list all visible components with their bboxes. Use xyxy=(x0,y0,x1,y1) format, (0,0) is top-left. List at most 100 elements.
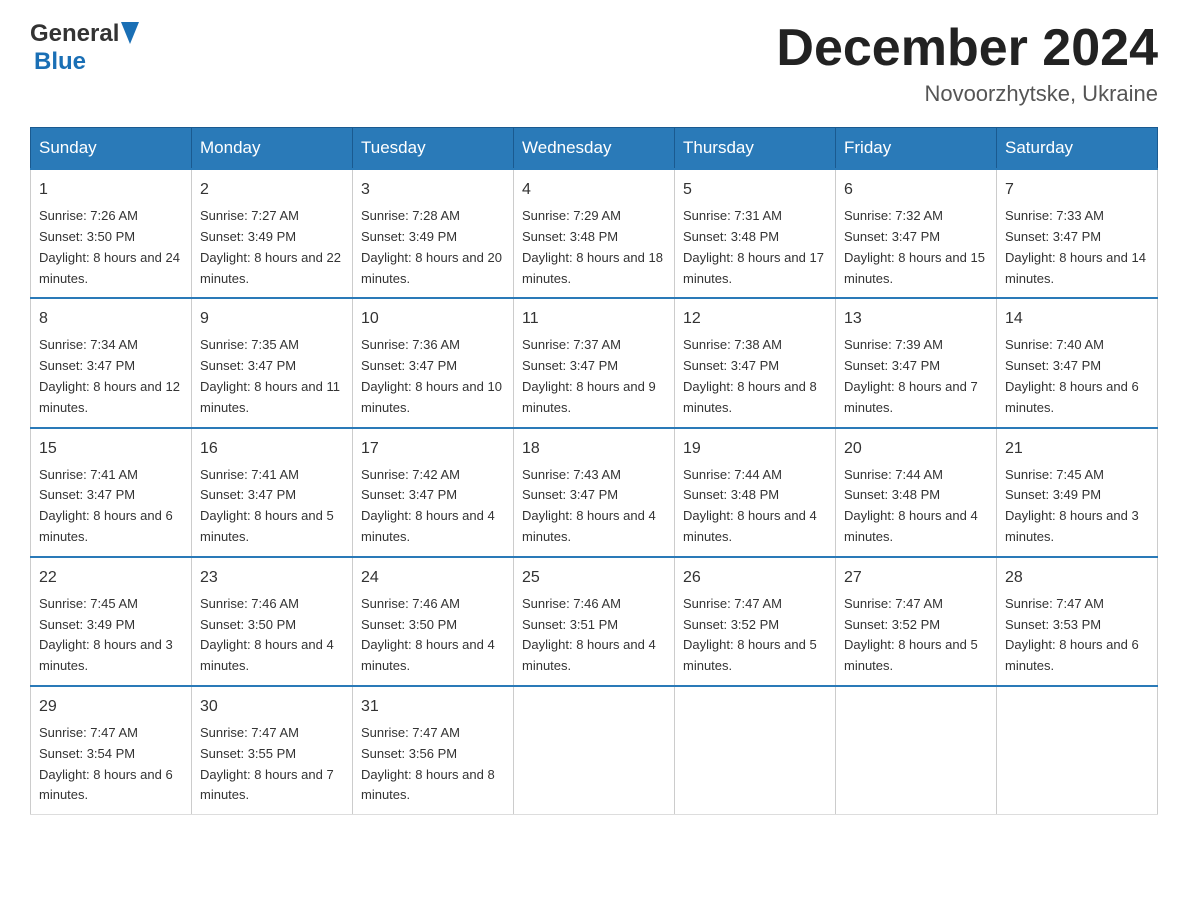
day-number: 18 xyxy=(522,437,666,461)
day-number: 30 xyxy=(200,695,344,719)
day-number: 6 xyxy=(844,178,988,202)
calendar-cell: 31 Sunrise: 7:47 AMSunset: 3:56 PMDayligh… xyxy=(353,686,514,815)
day-number: 29 xyxy=(39,695,183,719)
day-info: Sunrise: 7:47 AMSunset: 3:54 PMDaylight:… xyxy=(39,723,183,806)
day-info: Sunrise: 7:41 AMSunset: 3:47 PMDaylight:… xyxy=(39,465,183,548)
calendar-cell: 13Sunrise: 7:39 AMSunset: 3:47 PMDayligh… xyxy=(836,298,997,427)
calendar-cell: 7 Sunrise: 7:33 AMSunset: 3:47 PMDaylight… xyxy=(997,169,1158,298)
day-number: 17 xyxy=(361,437,505,461)
day-number: 31 xyxy=(361,695,505,719)
calendar-cell: 14 Sunrise: 7:40 AMSunset: 3:47 PMDayligh… xyxy=(997,298,1158,427)
day-number: 14 xyxy=(1005,307,1149,331)
day-info: Sunrise: 7:43 AMSunset: 3:47 PMDaylight:… xyxy=(522,465,666,548)
weekday-header-thursday: Thursday xyxy=(675,128,836,170)
logo-triangle-icon xyxy=(121,22,139,44)
day-number: 20 xyxy=(844,437,988,461)
calendar-cell xyxy=(836,686,997,815)
day-info: Sunrise: 7:36 AMSunset: 3:47 PMDaylight:… xyxy=(361,335,505,418)
month-title: December 2024 xyxy=(776,20,1158,77)
calendar-cell: 20 Sunrise: 7:44 AMSunset: 3:48 PMDayligh… xyxy=(836,428,997,557)
logo-blue-text: Blue xyxy=(34,48,86,75)
day-number: 11 xyxy=(522,307,666,331)
calendar-cell: 3Sunrise: 7:28 AMSunset: 3:49 PMDaylight… xyxy=(353,169,514,298)
day-info: Sunrise: 7:29 AMSunset: 3:48 PMDaylight:… xyxy=(522,206,666,289)
day-number: 7 xyxy=(1005,178,1149,202)
day-number: 25 xyxy=(522,566,666,590)
day-info: Sunrise: 7:38 AMSunset: 3:47 PMDaylight:… xyxy=(683,335,827,418)
calendar-cell: 15 Sunrise: 7:41 AMSunset: 3:47 PMDayligh… xyxy=(31,428,192,557)
day-info: Sunrise: 7:45 AMSunset: 3:49 PMDaylight:… xyxy=(39,594,183,677)
weekday-header-sunday: Sunday xyxy=(31,128,192,170)
day-number: 12 xyxy=(683,307,827,331)
day-number: 5 xyxy=(683,178,827,202)
calendar-cell: 22 Sunrise: 7:45 AMSunset: 3:49 PMDayligh… xyxy=(31,557,192,686)
day-info: Sunrise: 7:47 AMSunset: 3:53 PMDaylight:… xyxy=(1005,594,1149,677)
day-number: 24 xyxy=(361,566,505,590)
day-info: Sunrise: 7:44 AMSunset: 3:48 PMDaylight:… xyxy=(683,465,827,548)
day-number: 2 xyxy=(200,178,344,202)
calendar-cell: 6 Sunrise: 7:32 AMSunset: 3:47 PMDaylight… xyxy=(836,169,997,298)
weekday-header-friday: Friday xyxy=(836,128,997,170)
title-section: December 2024 Novoorzhytske, Ukraine xyxy=(776,20,1158,107)
day-number: 28 xyxy=(1005,566,1149,590)
calendar-cell: 2 Sunrise: 7:27 AMSunset: 3:49 PMDaylight… xyxy=(192,169,353,298)
calendar-cell: 18 Sunrise: 7:43 AMSunset: 3:47 PMDayligh… xyxy=(514,428,675,557)
week-row-2: 8 Sunrise: 7:34 AMSunset: 3:47 PMDaylight… xyxy=(31,298,1158,427)
calendar-cell: 23Sunrise: 7:46 AMSunset: 3:50 PMDayligh… xyxy=(192,557,353,686)
day-info: Sunrise: 7:45 AMSunset: 3:49 PMDaylight:… xyxy=(1005,465,1149,548)
day-info: Sunrise: 7:27 AMSunset: 3:49 PMDaylight:… xyxy=(200,206,344,289)
day-number: 4 xyxy=(522,178,666,202)
day-info: Sunrise: 7:32 AMSunset: 3:47 PMDaylight:… xyxy=(844,206,988,289)
day-number: 8 xyxy=(39,307,183,331)
location: Novoorzhytske, Ukraine xyxy=(776,81,1158,107)
logo: General Blue xyxy=(30,20,139,76)
calendar-cell: 16Sunrise: 7:41 AMSunset: 3:47 PMDayligh… xyxy=(192,428,353,557)
day-info: Sunrise: 7:41 AMSunset: 3:47 PMDaylight:… xyxy=(200,465,344,548)
day-info: Sunrise: 7:35 AMSunset: 3:47 PMDaylight:… xyxy=(200,335,344,418)
day-number: 21 xyxy=(1005,437,1149,461)
calendar-cell xyxy=(514,686,675,815)
weekday-header-tuesday: Tuesday xyxy=(353,128,514,170)
day-info: Sunrise: 7:33 AMSunset: 3:47 PMDaylight:… xyxy=(1005,206,1149,289)
calendar-cell: 28 Sunrise: 7:47 AMSunset: 3:53 PMDayligh… xyxy=(997,557,1158,686)
calendar-cell: 19 Sunrise: 7:44 AMSunset: 3:48 PMDayligh… xyxy=(675,428,836,557)
calendar-cell: 12 Sunrise: 7:38 AMSunset: 3:47 PMDayligh… xyxy=(675,298,836,427)
day-info: Sunrise: 7:42 AMSunset: 3:47 PMDaylight:… xyxy=(361,465,505,548)
day-number: 26 xyxy=(683,566,827,590)
day-number: 15 xyxy=(39,437,183,461)
day-number: 19 xyxy=(683,437,827,461)
calendar-cell: 8 Sunrise: 7:34 AMSunset: 3:47 PMDaylight… xyxy=(31,298,192,427)
calendar-cell: 9Sunrise: 7:35 AMSunset: 3:47 PMDaylight… xyxy=(192,298,353,427)
day-info: Sunrise: 7:47 AMSunset: 3:56 PMDaylight:… xyxy=(361,723,505,806)
calendar-cell: 30Sunrise: 7:47 AMSunset: 3:55 PMDayligh… xyxy=(192,686,353,815)
day-info: Sunrise: 7:40 AMSunset: 3:47 PMDaylight:… xyxy=(1005,335,1149,418)
calendar-cell: 5 Sunrise: 7:31 AMSunset: 3:48 PMDaylight… xyxy=(675,169,836,298)
calendar-cell: 26 Sunrise: 7:47 AMSunset: 3:52 PMDayligh… xyxy=(675,557,836,686)
day-info: Sunrise: 7:47 AMSunset: 3:52 PMDaylight:… xyxy=(683,594,827,677)
calendar-cell: 17 Sunrise: 7:42 AMSunset: 3:47 PMDayligh… xyxy=(353,428,514,557)
weekday-header-saturday: Saturday xyxy=(997,128,1158,170)
day-info: Sunrise: 7:46 AMSunset: 3:50 PMDaylight:… xyxy=(361,594,505,677)
day-number: 3 xyxy=(361,178,505,202)
day-number: 10 xyxy=(361,307,505,331)
day-number: 27 xyxy=(844,566,988,590)
calendar-cell: 11Sunrise: 7:37 AMSunset: 3:47 PMDayligh… xyxy=(514,298,675,427)
day-number: 1 xyxy=(39,178,183,202)
week-row-4: 22 Sunrise: 7:45 AMSunset: 3:49 PMDayligh… xyxy=(31,557,1158,686)
logo-general-text: General xyxy=(30,20,119,48)
day-number: 23 xyxy=(200,566,344,590)
day-info: Sunrise: 7:31 AMSunset: 3:48 PMDaylight:… xyxy=(683,206,827,289)
calendar-cell: 25Sunrise: 7:46 AMSunset: 3:51 PMDayligh… xyxy=(514,557,675,686)
day-number: 22 xyxy=(39,566,183,590)
calendar-table: SundayMondayTuesdayWednesdayThursdayFrid… xyxy=(30,127,1158,815)
calendar-cell: 29 Sunrise: 7:47 AMSunset: 3:54 PMDayligh… xyxy=(31,686,192,815)
calendar-cell xyxy=(997,686,1158,815)
day-info: Sunrise: 7:39 AMSunset: 3:47 PMDaylight:… xyxy=(844,335,988,418)
calendar-cell: 21 Sunrise: 7:45 AMSunset: 3:49 PMDayligh… xyxy=(997,428,1158,557)
day-info: Sunrise: 7:34 AMSunset: 3:47 PMDaylight:… xyxy=(39,335,183,418)
calendar-cell: 24 Sunrise: 7:46 AMSunset: 3:50 PMDayligh… xyxy=(353,557,514,686)
calendar-cell: 4 Sunrise: 7:29 AMSunset: 3:48 PMDaylight… xyxy=(514,169,675,298)
weekday-header-row: SundayMondayTuesdayWednesdayThursdayFrid… xyxy=(31,128,1158,170)
weekday-header-wednesday: Wednesday xyxy=(514,128,675,170)
day-info: Sunrise: 7:44 AMSunset: 3:48 PMDaylight:… xyxy=(844,465,988,548)
